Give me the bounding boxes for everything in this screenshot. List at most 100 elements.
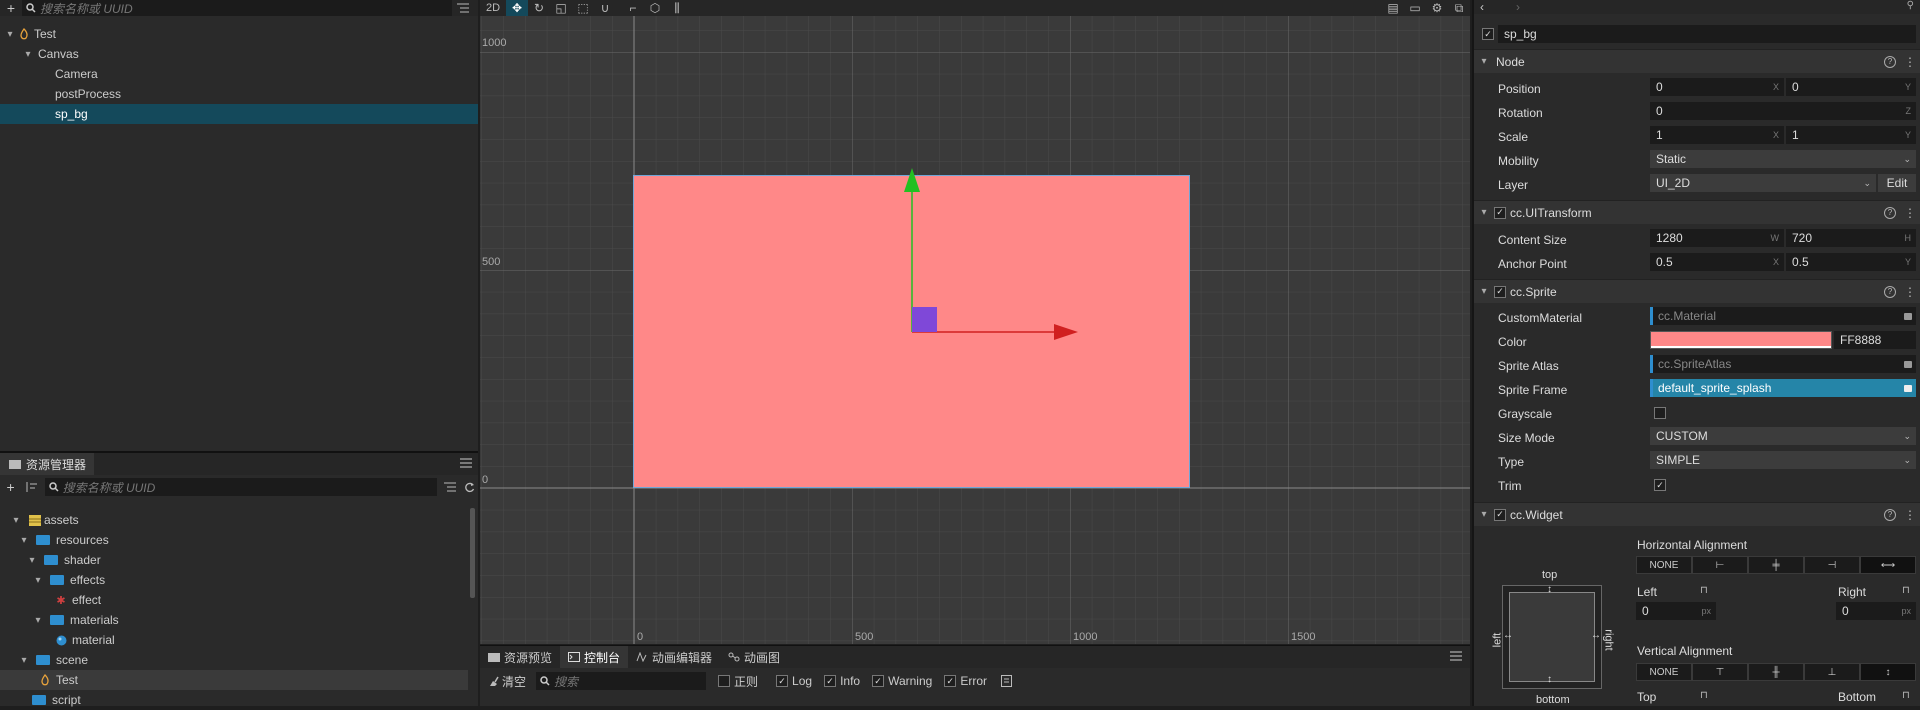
align-stretch-v-icon[interactable]: ↕ bbox=[1860, 663, 1916, 681]
caret-down-icon[interactable]: ▾ bbox=[32, 615, 44, 626]
caret-down-icon[interactable]: ▾ bbox=[32, 575, 44, 586]
grayscale-checkbox[interactable] bbox=[1654, 407, 1666, 419]
tree-node-canvas[interactable]: ▾ Canvas bbox=[0, 44, 478, 64]
widget-section-header[interactable]: ▾ ✓ cc.Widget ? ⋮ bbox=[1474, 502, 1920, 526]
tree-node-sp-bg[interactable]: sp_bg bbox=[0, 104, 478, 124]
caret-down-icon[interactable]: ▾ bbox=[1478, 56, 1490, 67]
color-hex-input[interactable]: FF8888 bbox=[1834, 331, 1916, 349]
assets-search-input[interactable]: 搜索名称或 UUID bbox=[44, 478, 438, 496]
magnet-snap-icon[interactable]: ∪ bbox=[594, 0, 616, 16]
clear-broom-icon[interactable] bbox=[488, 676, 499, 687]
view-options-icon[interactable]: ▤ bbox=[1382, 0, 1404, 16]
sort-icon[interactable] bbox=[21, 482, 40, 492]
component-enabled-checkbox[interactable]: ✓ bbox=[1494, 206, 1506, 219]
unlock-icon[interactable]: ⊓ bbox=[1700, 690, 1708, 701]
asset-item-assets[interactable]: ▾ assets bbox=[0, 510, 468, 530]
info-filter-checkbox[interactable]: ✓ Info bbox=[824, 674, 860, 688]
console-search-input[interactable]: 搜索 bbox=[536, 672, 707, 690]
caret-down-icon[interactable]: ▾ bbox=[1478, 509, 1490, 520]
transform-gizmo[interactable] bbox=[480, 0, 1470, 644]
position-x-input[interactable]: 0X bbox=[1650, 78, 1784, 96]
tree-node-camera[interactable]: Camera bbox=[0, 64, 478, 84]
left-value-input[interactable]: 0 px bbox=[1636, 602, 1716, 620]
back-arrow-icon[interactable]: ‹ bbox=[1480, 0, 1484, 14]
refresh-icon[interactable] bbox=[461, 482, 478, 493]
help-icon[interactable]: ? bbox=[1884, 508, 1896, 521]
help-icon[interactable]: ? bbox=[1884, 285, 1896, 298]
asset-item-materials[interactable]: ▾ materials bbox=[0, 610, 468, 630]
tree-node-test[interactable]: ▾ Test bbox=[0, 24, 478, 44]
cube-local-icon[interactable]: ⬡ bbox=[644, 0, 666, 16]
help-icon[interactable]: ? bbox=[1884, 206, 1896, 219]
layer-edit-button[interactable]: Edit bbox=[1878, 174, 1916, 192]
caret-down-icon[interactable]: ▾ bbox=[18, 655, 30, 666]
warning-filter-checkbox[interactable]: ✓ Warning bbox=[872, 674, 932, 688]
tab-animation-graph[interactable]: 动画图 bbox=[720, 646, 788, 668]
position-y-input[interactable]: 0Y bbox=[1786, 78, 1916, 96]
caret-down-icon[interactable]: ▾ bbox=[1478, 286, 1490, 297]
lock-icon[interactable] bbox=[1904, 313, 1912, 320]
v-align-none-button[interactable]: NONE bbox=[1636, 663, 1692, 681]
align-right-icon[interactable]: ⊣ bbox=[1804, 556, 1860, 574]
sprite-frame-field[interactable]: default_sprite_splash bbox=[1650, 379, 1916, 397]
rotation-z-input[interactable]: 0Z bbox=[1650, 102, 1916, 120]
checkbox-checked[interactable]: ✓ bbox=[944, 675, 957, 687]
regex-checkbox[interactable]: 正则 bbox=[718, 673, 758, 690]
asset-item-script[interactable]: script bbox=[0, 690, 468, 710]
sprite-section-header[interactable]: ▾ ✓ cc.Sprite ? ⋮ bbox=[1474, 279, 1920, 303]
align-stretch-h-icon[interactable]: ⟷ bbox=[1860, 556, 1916, 574]
scene-settings-icon[interactable]: ⧉ bbox=[1448, 0, 1470, 16]
caret-down-icon[interactable]: ▾ bbox=[4, 29, 16, 40]
component-enabled-checkbox[interactable]: ✓ bbox=[1494, 285, 1506, 298]
assets-scrollbar[interactable] bbox=[470, 508, 475, 598]
caret-down-icon[interactable]: ▾ bbox=[18, 535, 30, 546]
align-vcenter-icon[interactable]: ╫ bbox=[1748, 663, 1804, 681]
right-margin-arrow-icon[interactable]: ↔ bbox=[1591, 630, 1601, 641]
node-name-input[interactable]: sp_bg bbox=[1498, 25, 1916, 43]
node-active-checkbox[interactable]: ✓ bbox=[1482, 28, 1494, 40]
component-enabled-checkbox[interactable]: ✓ bbox=[1494, 508, 1506, 521]
log-file-icon[interactable] bbox=[1001, 675, 1012, 687]
asset-item-test-scene[interactable]: Test bbox=[0, 670, 468, 690]
align-left-icon[interactable]: ⊢ bbox=[1692, 556, 1748, 574]
add-icon[interactable]: + bbox=[0, 479, 21, 495]
clear-button[interactable]: 清空 bbox=[502, 673, 526, 690]
more-icon[interactable]: ⋮ bbox=[1904, 55, 1916, 69]
2d-mode-toggle[interactable]: 2D bbox=[480, 0, 506, 16]
color-swatch[interactable] bbox=[1650, 331, 1832, 349]
lock-icon[interactable] bbox=[1904, 361, 1912, 368]
checkbox[interactable] bbox=[718, 675, 731, 687]
pivot-icon[interactable]: ⌐ bbox=[622, 0, 644, 16]
asset-item-shader[interactable]: ▾ shader bbox=[0, 550, 468, 570]
scale-x-input[interactable]: 1X bbox=[1650, 126, 1784, 144]
align-top-icon[interactable]: ⊤ bbox=[1692, 663, 1748, 681]
tab-console[interactable]: 控制台 bbox=[560, 646, 629, 668]
error-filter-checkbox[interactable]: ✓ Error bbox=[944, 674, 987, 688]
right-value-input[interactable]: 0 px bbox=[1836, 602, 1916, 620]
hamburger-menu-icon[interactable] bbox=[1450, 651, 1462, 661]
list-menu-icon[interactable] bbox=[452, 3, 474, 13]
log-filter-checkbox[interactable]: ✓ Log bbox=[776, 674, 812, 688]
more-icon[interactable]: ⋮ bbox=[1904, 206, 1916, 220]
anchor-y-input[interactable]: 0.5 Y bbox=[1786, 253, 1916, 271]
bottom-margin-arrow-icon[interactable]: ↕ bbox=[1547, 674, 1552, 685]
tab-asset-preview[interactable]: 资源预览 bbox=[480, 646, 560, 668]
hierarchy-search-input[interactable]: 搜索名称或 UUID bbox=[22, 0, 452, 16]
rect-tool-icon[interactable]: ⬚ bbox=[572, 0, 594, 16]
widget-alignment-box[interactable]: ↕ ↕ ↔ ↔ bbox=[1502, 584, 1602, 689]
more-icon[interactable]: ⋮ bbox=[1904, 508, 1916, 522]
checkbox-checked[interactable]: ✓ bbox=[872, 675, 885, 687]
scene-viewport[interactable]: 1000 500 0 0 500 1000 1500 bbox=[480, 0, 1470, 644]
tree-node-postprocess[interactable]: postProcess bbox=[0, 84, 478, 104]
caret-down-icon[interactable]: ▾ bbox=[22, 49, 34, 60]
asset-item-resources[interactable]: ▾ resources bbox=[0, 530, 468, 550]
asset-item-effects[interactable]: ▾ effects bbox=[0, 570, 468, 590]
pin-icon[interactable]: ⚲ bbox=[1907, 0, 1914, 11]
align-tools-icon[interactable]: ⫼ bbox=[666, 0, 688, 16]
caret-down-icon[interactable]: ▾ bbox=[10, 515, 22, 526]
caret-down-icon[interactable]: ▾ bbox=[26, 555, 38, 566]
unlock-icon[interactable]: ⊓ bbox=[1902, 585, 1910, 596]
node-section-header[interactable]: ▾ Node ? ⋮ bbox=[1474, 49, 1920, 73]
forward-arrow-icon[interactable]: › bbox=[1516, 0, 1520, 14]
camera-icon[interactable]: ▭ bbox=[1404, 0, 1426, 16]
